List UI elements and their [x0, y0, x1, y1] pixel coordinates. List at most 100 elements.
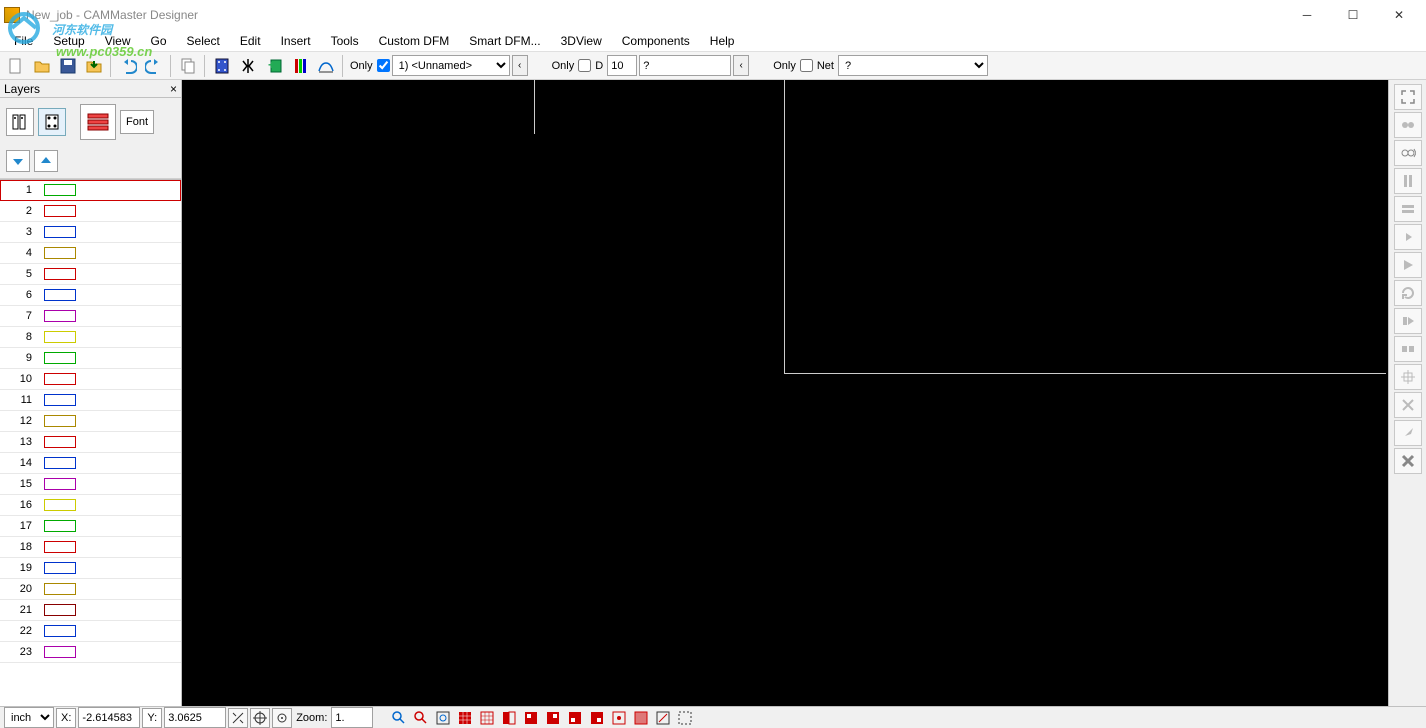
grid1-icon[interactable]	[455, 708, 475, 728]
layers-panel-close-button[interactable]: ×	[170, 82, 177, 96]
rtool-step[interactable]	[1394, 308, 1422, 334]
unit-combo[interactable]: inch	[4, 707, 54, 728]
layer-row[interactable]: 22	[0, 621, 181, 642]
menu-components[interactable]: Components	[612, 32, 700, 50]
layer-row[interactable]: 5	[0, 264, 181, 285]
layer-color-swatch[interactable]	[44, 205, 76, 217]
menu-edit[interactable]: Edit	[230, 32, 271, 50]
grid9-icon[interactable]	[631, 708, 651, 728]
menu-go[interactable]: Go	[141, 32, 177, 50]
zoom-in-icon[interactable]	[389, 708, 409, 728]
film-button[interactable]	[210, 54, 234, 78]
grid10-icon[interactable]	[653, 708, 673, 728]
zoom-input[interactable]	[331, 707, 373, 728]
new-button[interactable]	[4, 54, 28, 78]
rtool-delete[interactable]	[1394, 392, 1422, 418]
rtool-grid[interactable]	[1394, 336, 1422, 362]
grid8-icon[interactable]	[609, 708, 629, 728]
maximize-button[interactable]: ☐	[1330, 0, 1376, 30]
d-desc-input[interactable]	[639, 55, 731, 76]
layer-color-swatch[interactable]	[44, 541, 76, 553]
layer-row[interactable]: 10	[0, 369, 181, 390]
layer-color-swatch[interactable]	[44, 583, 76, 595]
net-combo[interactable]: ?	[838, 55, 988, 76]
layer-color-swatch[interactable]	[44, 331, 76, 343]
rtool-align-h[interactable]	[1394, 196, 1422, 222]
grid11-icon[interactable]	[675, 708, 695, 728]
rtool-target[interactable]	[1394, 364, 1422, 390]
layer-row[interactable]: 23	[0, 642, 181, 663]
x-input[interactable]	[78, 707, 140, 728]
only-d-checkbox[interactable]	[578, 59, 591, 72]
undo-button[interactable]	[116, 54, 140, 78]
layer-row[interactable]: 7	[0, 306, 181, 327]
design-canvas[interactable]	[182, 80, 1388, 706]
menu-tools[interactable]: Tools	[321, 32, 369, 50]
layer-color-swatch[interactable]	[44, 394, 76, 406]
menu-setup[interactable]: Setup	[43, 32, 94, 50]
layer-row[interactable]: 6	[0, 285, 181, 306]
minimize-button[interactable]: ─	[1284, 0, 1330, 30]
layer-row[interactable]: 14	[0, 453, 181, 474]
d-input[interactable]	[607, 55, 637, 76]
rtool-flip[interactable]	[1394, 224, 1422, 250]
crosshair-button[interactable]	[250, 708, 270, 728]
layer-row[interactable]: 18	[0, 537, 181, 558]
rtool-circles2[interactable]	[1394, 140, 1422, 166]
rtool-knife[interactable]	[1394, 420, 1422, 446]
layer-row[interactable]: 3	[0, 222, 181, 243]
measure-button[interactable]	[228, 708, 248, 728]
menu-select[interactable]: Select	[177, 32, 230, 50]
menu-3dview[interactable]: 3DView	[551, 32, 612, 50]
layer-color-swatch[interactable]	[44, 646, 76, 658]
menu-custom-dfm[interactable]: Custom DFM	[369, 32, 460, 50]
open-button[interactable]	[30, 54, 54, 78]
layers-list[interactable]: 1234567891011121314151617181920212223	[0, 179, 181, 706]
layer-color-swatch[interactable]	[44, 415, 76, 427]
import-button[interactable]	[82, 54, 106, 78]
layer-color-swatch[interactable]	[44, 268, 76, 280]
layer-up-button[interactable]	[34, 150, 58, 172]
save-button[interactable]	[56, 54, 80, 78]
layer-color-swatch[interactable]	[44, 352, 76, 364]
zoom-out-icon[interactable]	[411, 708, 431, 728]
add-layer-button[interactable]: +	[262, 54, 286, 78]
menu-file[interactable]: File	[4, 32, 43, 50]
grid5-icon[interactable]	[543, 708, 563, 728]
redo-button[interactable]	[142, 54, 166, 78]
layer-tool-1[interactable]	[6, 108, 34, 136]
color-bar-button[interactable]	[288, 54, 312, 78]
histogram-button[interactable]	[314, 54, 338, 78]
menu-view[interactable]: View	[95, 32, 141, 50]
layer-combo[interactable]: 1) <Unnamed>	[392, 55, 510, 76]
layer-row[interactable]: 17	[0, 516, 181, 537]
rtool-close[interactable]	[1394, 448, 1422, 474]
y-input[interactable]	[164, 707, 226, 728]
layer-color-swatch[interactable]	[44, 247, 76, 259]
rtool-align-v[interactable]	[1394, 168, 1422, 194]
menu-help[interactable]: Help	[700, 32, 745, 50]
layer-row[interactable]: 1	[0, 180, 181, 201]
grid6-icon[interactable]	[565, 708, 585, 728]
layer-color-swatch[interactable]	[44, 625, 76, 637]
layer-color-swatch[interactable]	[44, 457, 76, 469]
grid3-icon[interactable]	[499, 708, 519, 728]
layer-row[interactable]: 11	[0, 390, 181, 411]
layer-row[interactable]: 19	[0, 558, 181, 579]
layer-color-swatch[interactable]	[44, 499, 76, 511]
layer-color-swatch[interactable]	[44, 184, 76, 196]
layer-down-button[interactable]	[6, 150, 30, 172]
layer-row[interactable]: 15	[0, 474, 181, 495]
rtool-circles1[interactable]	[1394, 112, 1422, 138]
layer-row[interactable]: 9	[0, 348, 181, 369]
layer-color-swatch[interactable]	[44, 604, 76, 616]
layer-color-swatch[interactable]	[44, 310, 76, 322]
layer-row[interactable]: 8	[0, 327, 181, 348]
d-prev-button[interactable]: ‹	[733, 55, 749, 76]
layer-prev-button[interactable]: ‹	[512, 55, 528, 76]
layer-row[interactable]: 13	[0, 432, 181, 453]
layer-row[interactable]: 16	[0, 495, 181, 516]
layer-stack-button[interactable]	[80, 104, 116, 140]
menu-insert[interactable]: Insert	[271, 32, 321, 50]
zoom-fit-icon[interactable]	[433, 708, 453, 728]
